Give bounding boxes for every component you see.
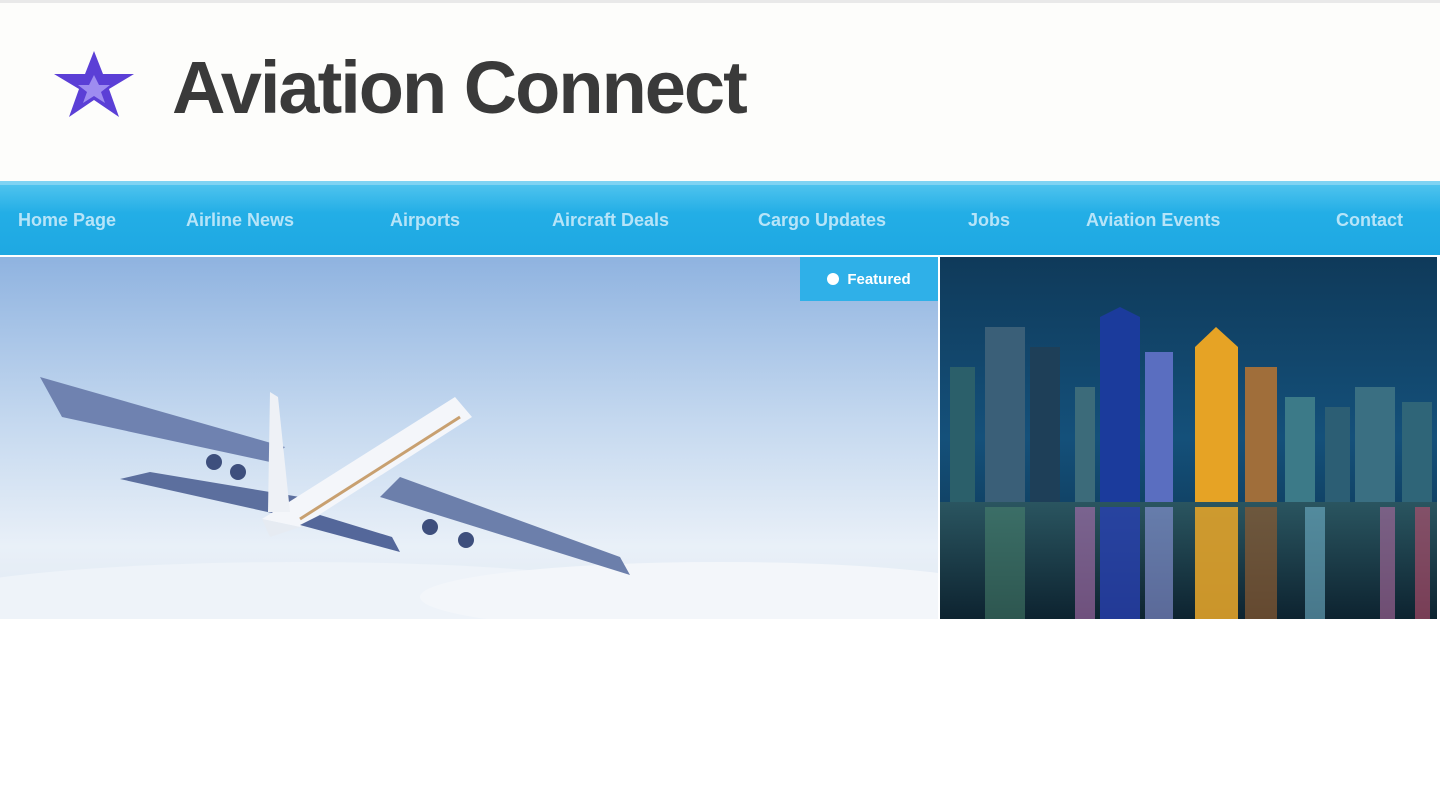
nav-item-cargo-updates[interactable]: Cargo Updates	[758, 185, 886, 255]
main-nav: Home Page Airline News Airports Aircraft…	[0, 181, 1440, 255]
dot-icon	[827, 273, 840, 285]
featured-badge-label: Featured	[847, 270, 911, 288]
site-header: Aviation Connect	[0, 3, 1440, 181]
nav-item-jobs[interactable]: Jobs	[968, 185, 1010, 255]
nav-item-contact[interactable]: Contact	[1336, 185, 1403, 255]
featured-main-image[interactable]	[0, 257, 938, 619]
nav-item-airports[interactable]: Airports	[390, 185, 460, 255]
nav-item-aircraft-deals[interactable]: Aircraft Deals	[552, 185, 669, 255]
nav-item-events[interactable]: Aviation Events	[1086, 185, 1220, 255]
featured-badge[interactable]: Featured	[800, 257, 938, 301]
nav-item-home[interactable]: Home Page	[18, 185, 116, 255]
site-title[interactable]: Aviation Connect	[172, 51, 748, 125]
nav-item-airline-news[interactable]: Airline News	[186, 185, 294, 255]
star-icon[interactable]	[48, 47, 140, 123]
featured-side-image[interactable]	[940, 257, 1437, 619]
